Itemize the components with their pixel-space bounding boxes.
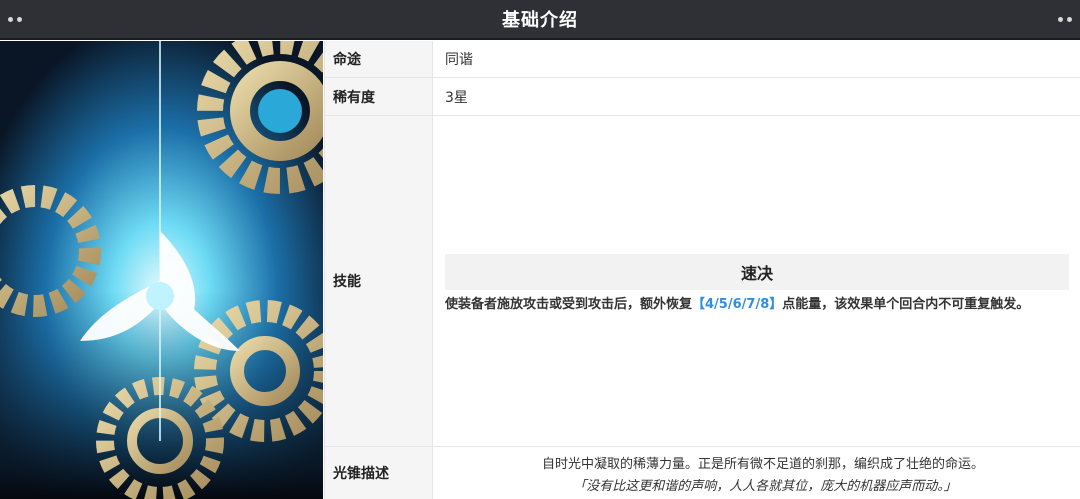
path-value: 同谐 <box>445 52 473 68</box>
skill-name: 速决 <box>445 254 1069 290</box>
skill-text-before: 使装备者施放攻击或受到攻击后，额外恢复 <box>445 297 693 312</box>
description-text: 自时光中凝取的稀薄力量。正是所有微不足道的刹那，编织成了壮绝的命运。 <box>541 456 984 472</box>
skill-highlight-values: 【4/5/6/7/8】 <box>692 297 783 312</box>
table-row-path: 命途 同谐 <box>325 41 1080 78</box>
header-dots-right-icon <box>1058 17 1072 22</box>
description-value: 自时光中凝取的稀薄力量。正是所有微不足道的刹那，编织成了壮绝的命运。 「没有比这… <box>433 447 1080 499</box>
skill-text-after: 点能量，该效果单个回合内不可重复触发。 <box>782 297 1030 312</box>
skill-description: 使装备者施放攻击或受到攻击后，额外恢复【4/5/6/7/8】点能量，该效果单个回… <box>445 293 1069 312</box>
path-label: 命途 <box>325 41 433 77</box>
header-dots-left-icon <box>8 17 22 22</box>
table-row-rarity: 稀有度 3星 <box>325 78 1080 116</box>
description-label: 光锥描述 <box>325 447 433 499</box>
table-row-skill: 技能 速决 使装备者施放攻击或受到攻击后，额外恢复【4/5/6/7/8】点能量，… <box>325 116 1080 447</box>
table-row-description: 光锥描述 自时光中凝取的稀薄力量。正是所有微不足道的刹那，编织成了壮绝的命运。 … <box>325 447 1080 499</box>
skill-label: 技能 <box>325 116 433 446</box>
info-table: 命途 同谐 稀有度 3星 技能 速决 使装备者施放攻击或受到攻击后，额外恢复【4… <box>324 41 1080 499</box>
skill-value: 速决 使装备者施放攻击或受到攻击后，额外恢复【4/5/6/7/8】点能量，该效果… <box>433 116 1080 446</box>
section-title: 基础介绍 <box>502 10 578 31</box>
light-cone-artwork <box>0 41 323 499</box>
skill-box: 速决 使装备者施放攻击或受到攻击后，额外恢复【4/5/6/7/8】点能量，该效果… <box>445 254 1069 312</box>
description-quote: 「没有比这更和谐的声响，人人各就其位，庞大的机器应声而动。」 <box>573 478 957 494</box>
rarity-value: 3星 <box>445 89 468 106</box>
section-header: 基础介绍 <box>0 0 1080 40</box>
gears-illustration <box>0 41 323 499</box>
rarity-label: 稀有度 <box>325 78 433 115</box>
